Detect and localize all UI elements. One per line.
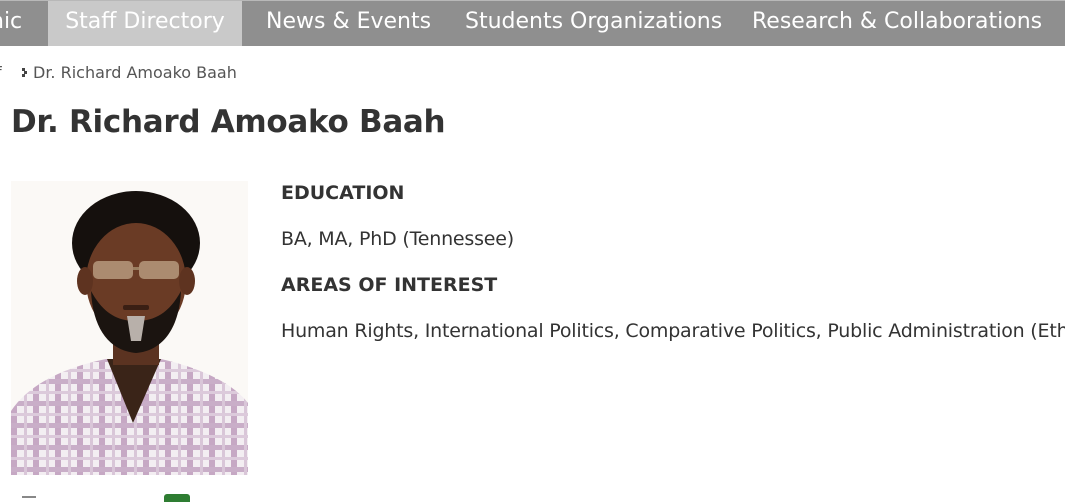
education-text: BA, MA, PhD (Tennessee) [281, 228, 514, 250]
education-heading: EDUCATION [281, 182, 405, 204]
nav-item-news-events[interactable]: News & Events [266, 1, 431, 46]
main-navigation: nic Staff Directory News & Events Studen… [0, 0, 1065, 46]
interests-heading: AREAS OF INTEREST [281, 274, 498, 296]
chevron-right-icon [22, 68, 27, 77]
staff-photo-image [11, 181, 248, 475]
breadcrumb-link-staff[interactable]: f [0, 63, 2, 82]
nav-item-academic[interactable]: nic [0, 1, 40, 46]
share-icon[interactable] [164, 494, 190, 502]
share-bar [0, 494, 300, 502]
interests-text: Human Rights, International Politics, Co… [281, 320, 1065, 342]
print-icon[interactable] [22, 496, 36, 504]
breadcrumb-current: Dr. Richard Amoako Baah [33, 63, 237, 82]
nav-item-staff-directory[interactable]: Staff Directory [48, 1, 242, 46]
nav-item-research-collaborations[interactable]: Research & Collaborations [752, 1, 1042, 46]
staff-photo [11, 181, 248, 475]
page-title: Dr. Richard Amoako Baah [11, 104, 446, 140]
nav-item-students-organizations[interactable]: Students Organizations [465, 1, 722, 46]
